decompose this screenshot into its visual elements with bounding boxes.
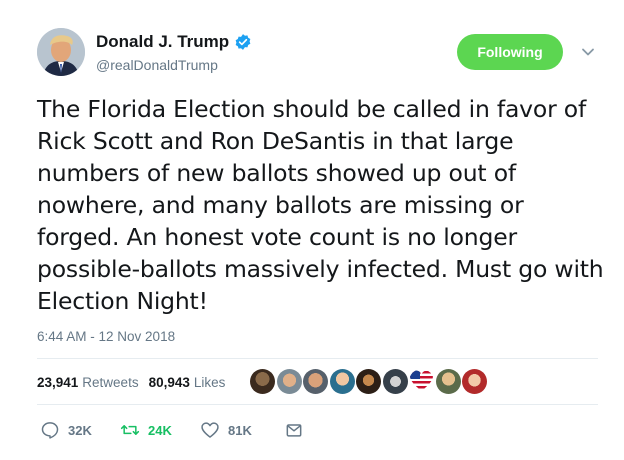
retweets-label: Retweets	[82, 375, 139, 390]
verified-badge-icon	[234, 33, 252, 51]
liker-avatar[interactable]	[303, 369, 328, 394]
liker-avatars	[250, 369, 489, 394]
tweet-text: The Florida Election should be called in…	[37, 95, 604, 315]
liker-avatar[interactable]	[356, 369, 381, 394]
author-name-row: Donald J. Trump	[96, 32, 252, 52]
chevron-down-icon[interactable]	[580, 44, 596, 60]
liker-avatar[interactable]	[409, 369, 434, 394]
likes-stat[interactable]: 80,943 Likes	[149, 375, 226, 390]
direct-message-button[interactable]	[284, 420, 304, 440]
like-button[interactable]: 81K	[200, 420, 284, 440]
author-avatar[interactable]	[37, 28, 85, 76]
heart-icon	[201, 422, 219, 438]
likes-label: Likes	[193, 375, 226, 390]
retweets-count: 23,941	[37, 375, 79, 390]
reply-button[interactable]: 32K	[40, 420, 120, 440]
following-button[interactable]: Following	[457, 34, 563, 70]
liker-avatar[interactable]	[250, 369, 275, 394]
likes-count: 80,943	[148, 375, 190, 390]
liker-avatar[interactable]	[329, 369, 355, 394]
tweet-actions: 32K 24K 81K	[40, 420, 304, 440]
liker-avatar[interactable]	[276, 369, 302, 394]
envelope-icon	[286, 424, 302, 437]
divider	[37, 404, 598, 405]
like-count: 81K	[228, 422, 252, 438]
reply-count: 32K	[68, 422, 92, 438]
liker-avatar[interactable]	[382, 369, 408, 394]
retweet-count: 24K	[148, 422, 172, 438]
liker-avatar[interactable]	[462, 369, 487, 394]
author-display-name[interactable]: Donald J. Trump	[96, 32, 229, 52]
retweets-stat[interactable]: 23,941 Retweets	[37, 375, 139, 390]
retweet-icon	[120, 425, 140, 435]
author-handle[interactable]: @realDonaldTrump	[96, 57, 218, 73]
retweet-button[interactable]: 24K	[120, 420, 200, 440]
tweet-stats: 23,941 Retweets 80,943 Likes	[37, 375, 225, 390]
liker-avatar[interactable]	[435, 369, 461, 394]
tweet-timestamp[interactable]: 6:44 AM - 12 Nov 2018	[37, 329, 175, 344]
reply-icon	[41, 422, 59, 439]
divider	[37, 358, 598, 359]
